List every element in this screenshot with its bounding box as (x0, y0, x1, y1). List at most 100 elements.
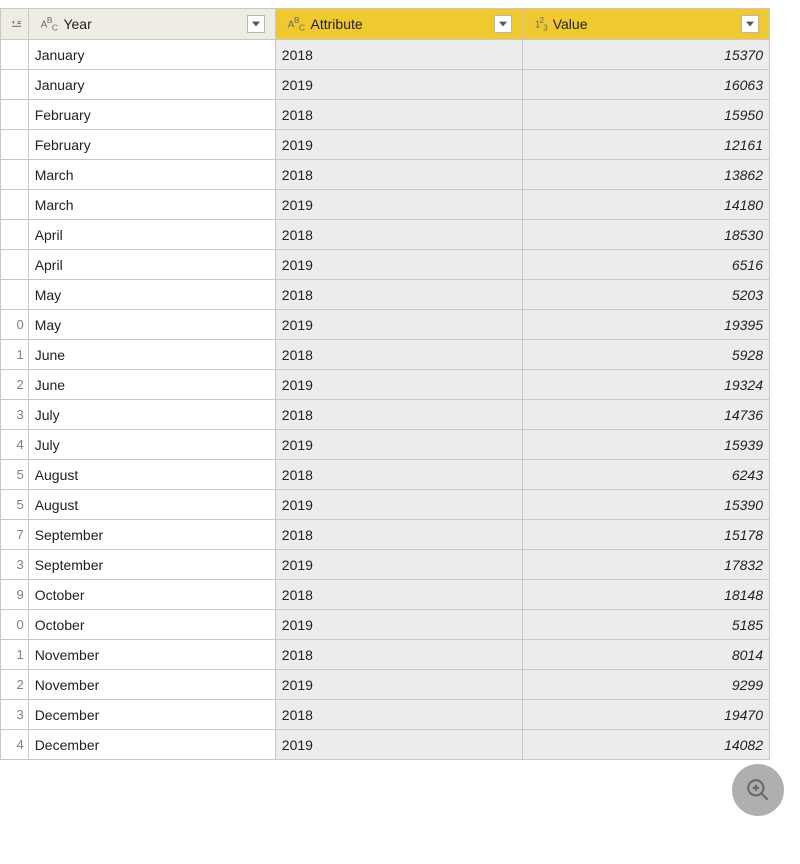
year-cell[interactable]: February (28, 130, 275, 160)
attribute-cell[interactable]: 2019 (275, 430, 522, 460)
table-row[interactable]: 4July201915939 (1, 430, 770, 460)
value-cell[interactable]: 18530 (522, 220, 769, 250)
year-cell[interactable]: May (28, 310, 275, 340)
value-cell[interactable]: 18148 (522, 580, 769, 610)
attribute-cell[interactable]: 2019 (275, 610, 522, 640)
value-cell[interactable]: 16063 (522, 70, 769, 100)
table-row[interactable]: 0May201919395 (1, 310, 770, 340)
year-cell[interactable]: August (28, 490, 275, 520)
table-row[interactable]: 3July201814736 (1, 400, 770, 430)
column-header-year[interactable]: ABC Year (28, 9, 275, 40)
table-row[interactable]: 5August20186243 (1, 460, 770, 490)
table-row[interactable]: March201914180 (1, 190, 770, 220)
value-cell[interactable]: 8014 (522, 640, 769, 670)
attribute-cell[interactable]: 2018 (275, 340, 522, 370)
table-row[interactable]: February201912161 (1, 130, 770, 160)
value-cell[interactable]: 15390 (522, 490, 769, 520)
attribute-cell[interactable]: 2019 (275, 70, 522, 100)
attribute-cell[interactable]: 2018 (275, 700, 522, 730)
year-cell[interactable]: October (28, 610, 275, 640)
value-cell[interactable]: 17832 (522, 550, 769, 580)
table-row[interactable]: 9October201818148 (1, 580, 770, 610)
year-cell[interactable]: September (28, 550, 275, 580)
year-cell[interactable]: March (28, 190, 275, 220)
attribute-cell[interactable]: 2019 (275, 130, 522, 160)
attribute-cell[interactable]: 2018 (275, 520, 522, 550)
year-cell[interactable]: January (28, 70, 275, 100)
table-options-icon[interactable] (7, 15, 25, 33)
zoom-in-button[interactable] (732, 764, 784, 816)
value-cell[interactable]: 12161 (522, 130, 769, 160)
table-row[interactable]: 2June201919324 (1, 370, 770, 400)
attribute-cell[interactable]: 2019 (275, 370, 522, 400)
attribute-cell[interactable]: 2019 (275, 250, 522, 280)
year-cell[interactable]: December (28, 730, 275, 760)
value-cell[interactable]: 14736 (522, 400, 769, 430)
attribute-cell[interactable]: 2018 (275, 400, 522, 430)
year-cell[interactable]: May (28, 280, 275, 310)
attribute-cell[interactable]: 2019 (275, 730, 522, 760)
value-cell[interactable]: 19470 (522, 700, 769, 730)
attribute-cell[interactable]: 2018 (275, 580, 522, 610)
table-row[interactable]: January201916063 (1, 70, 770, 100)
column-header-value[interactable]: 123 Value (522, 9, 769, 40)
year-cell[interactable]: June (28, 370, 275, 400)
value-cell[interactable]: 15370 (522, 40, 769, 70)
column-header-attribute[interactable]: ABC Attribute (275, 9, 522, 40)
value-cell[interactable]: 5203 (522, 280, 769, 310)
value-cell[interactable]: 14082 (522, 730, 769, 760)
attribute-cell[interactable]: 2018 (275, 460, 522, 490)
table-row[interactable]: 3December201819470 (1, 700, 770, 730)
table-row[interactable]: January201815370 (1, 40, 770, 70)
value-cell[interactable]: 6516 (522, 250, 769, 280)
year-cell[interactable]: August (28, 460, 275, 490)
attribute-cell[interactable]: 2019 (275, 310, 522, 340)
value-cell[interactable]: 15950 (522, 100, 769, 130)
table-row[interactable]: March201813862 (1, 160, 770, 190)
attribute-cell[interactable]: 2018 (275, 640, 522, 670)
value-cell[interactable]: 13862 (522, 160, 769, 190)
value-cell[interactable]: 15939 (522, 430, 769, 460)
attribute-cell[interactable]: 2019 (275, 490, 522, 520)
year-cell[interactable]: April (28, 220, 275, 250)
value-cell[interactable]: 19324 (522, 370, 769, 400)
year-cell[interactable]: November (28, 670, 275, 700)
attribute-cell[interactable]: 2018 (275, 40, 522, 70)
value-cell[interactable]: 19395 (522, 310, 769, 340)
table-row[interactable]: April20196516 (1, 250, 770, 280)
year-cell[interactable]: September (28, 520, 275, 550)
table-row[interactable]: 5August201915390 (1, 490, 770, 520)
table-row[interactable]: 2November20199299 (1, 670, 770, 700)
attribute-cell[interactable]: 2018 (275, 160, 522, 190)
table-row[interactable]: 1November20188014 (1, 640, 770, 670)
table-row[interactable]: 4December201914082 (1, 730, 770, 760)
year-cell[interactable]: December (28, 700, 275, 730)
year-cell[interactable]: June (28, 340, 275, 370)
table-row[interactable]: February201815950 (1, 100, 770, 130)
year-cell[interactable]: April (28, 250, 275, 280)
year-cell[interactable]: January (28, 40, 275, 70)
year-cell[interactable]: March (28, 160, 275, 190)
table-row[interactable]: 7September201815178 (1, 520, 770, 550)
table-row[interactable]: May20185203 (1, 280, 770, 310)
value-cell[interactable]: 15178 (522, 520, 769, 550)
table-row[interactable]: 0October20195185 (1, 610, 770, 640)
year-cell[interactable]: February (28, 100, 275, 130)
filter-button[interactable] (741, 15, 759, 33)
filter-button[interactable] (494, 15, 512, 33)
year-cell[interactable]: July (28, 400, 275, 430)
year-cell[interactable]: November (28, 640, 275, 670)
value-cell[interactable]: 14180 (522, 190, 769, 220)
attribute-cell[interactable]: 2019 (275, 670, 522, 700)
year-cell[interactable]: July (28, 430, 275, 460)
attribute-cell[interactable]: 2019 (275, 190, 522, 220)
table-row[interactable]: 3September201917832 (1, 550, 770, 580)
table-row[interactable]: 1June20185928 (1, 340, 770, 370)
value-cell[interactable]: 5928 (522, 340, 769, 370)
row-number-header[interactable] (1, 9, 29, 40)
attribute-cell[interactable]: 2018 (275, 100, 522, 130)
value-cell[interactable]: 5185 (522, 610, 769, 640)
value-cell[interactable]: 6243 (522, 460, 769, 490)
table-row[interactable]: April201818530 (1, 220, 770, 250)
attribute-cell[interactable]: 2018 (275, 280, 522, 310)
